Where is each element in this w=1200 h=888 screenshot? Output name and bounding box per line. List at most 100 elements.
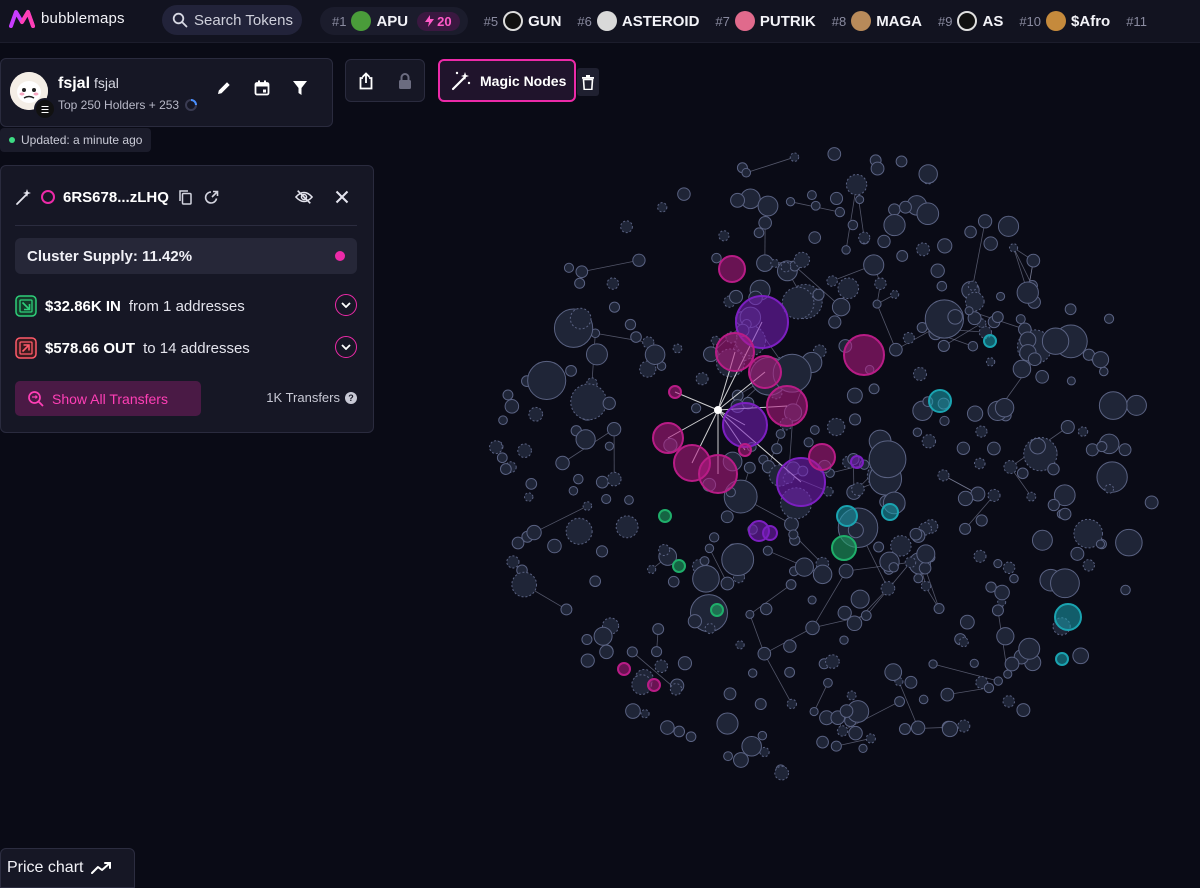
transfer-link bbox=[768, 551, 823, 575]
expand-inflow-button[interactable] bbox=[335, 294, 357, 316]
transfer-link bbox=[1014, 248, 1033, 286]
open-explorer-button[interactable] bbox=[203, 188, 221, 206]
holder-bubble bbox=[723, 452, 742, 471]
holder-bubble bbox=[518, 444, 532, 458]
lock-button[interactable] bbox=[396, 72, 414, 90]
holder-bubble bbox=[603, 618, 619, 634]
help-icon[interactable]: ? bbox=[345, 392, 357, 404]
show-all-transfers-button[interactable]: Show All Transfers bbox=[15, 381, 201, 416]
holder-bubble bbox=[856, 196, 864, 204]
hide-cluster-button[interactable] bbox=[295, 188, 313, 206]
holder-bubble bbox=[1027, 492, 1036, 501]
cluster-address[interactable]: 6RS678...zLHQ bbox=[63, 189, 169, 206]
holder-bubble bbox=[581, 654, 594, 667]
holder-bubble bbox=[974, 550, 986, 562]
holder-bubble bbox=[643, 337, 654, 348]
holder-bubble bbox=[937, 281, 947, 291]
holder-bubble bbox=[576, 266, 588, 278]
token-item-11[interactable]: #11 bbox=[1126, 14, 1147, 29]
holder-bubble bbox=[690, 595, 727, 632]
holder-bubble bbox=[810, 707, 818, 715]
transfer-link bbox=[866, 562, 910, 615]
holder-bubble bbox=[556, 456, 569, 469]
cluster-bubble bbox=[763, 526, 777, 540]
magic-nodes-button[interactable]: Magic Nodes bbox=[438, 59, 576, 102]
trash-icon bbox=[582, 75, 594, 90]
holder-bubble bbox=[789, 530, 798, 539]
holder-bubble bbox=[688, 615, 701, 628]
bubble-graph[interactable] bbox=[0, 0, 1200, 876]
holder-bubble bbox=[570, 308, 591, 329]
brand-logo[interactable]: bubblemaps bbox=[9, 8, 125, 28]
holder-bubble bbox=[913, 401, 932, 420]
holder-bubble bbox=[891, 536, 911, 556]
holder-bubble bbox=[596, 476, 608, 488]
holder-bubble bbox=[992, 312, 1003, 323]
token-item-afro[interactable]: #10 $Afro bbox=[1019, 11, 1110, 31]
holder-bubble bbox=[525, 493, 533, 501]
holder-bubble bbox=[995, 585, 1010, 600]
transfer-link bbox=[652, 557, 668, 570]
token-rank: #10 bbox=[1019, 14, 1041, 29]
cluster-bubble bbox=[699, 455, 737, 493]
holder-bubble bbox=[748, 525, 757, 534]
filter-button[interactable] bbox=[291, 79, 309, 97]
holder-bubble bbox=[859, 744, 867, 752]
transfer-link bbox=[920, 563, 926, 586]
cluster-color-dot-icon bbox=[335, 251, 345, 261]
holder-bubble bbox=[748, 669, 756, 677]
transfer-link bbox=[741, 468, 750, 497]
token-item-apu[interactable]: #1 APU 20 bbox=[320, 7, 468, 35]
holder-bubble bbox=[607, 278, 618, 289]
holder-bubble bbox=[785, 517, 799, 531]
holder-bubble bbox=[958, 491, 972, 505]
holder-bubble bbox=[772, 444, 782, 454]
expand-outflow-button[interactable] bbox=[335, 336, 357, 358]
holder-bubble bbox=[910, 528, 922, 540]
edit-button[interactable] bbox=[215, 79, 233, 97]
token-item-as[interactable]: #9 AS bbox=[938, 11, 1003, 31]
token-avatar bbox=[351, 11, 371, 31]
cluster-hub-bubble bbox=[714, 406, 722, 414]
transfer-link bbox=[709, 548, 727, 583]
holder-bubble bbox=[875, 278, 886, 289]
holder-bubble bbox=[927, 553, 935, 561]
copy-address-button[interactable] bbox=[177, 188, 195, 206]
cluster-link bbox=[718, 372, 765, 410]
holder-bubble bbox=[755, 699, 766, 710]
share-button[interactable] bbox=[357, 72, 375, 90]
holder-bubble bbox=[864, 255, 884, 275]
holder-bubble bbox=[721, 577, 734, 590]
holder-bubble bbox=[790, 567, 799, 576]
price-chart-tab[interactable]: Price chart bbox=[0, 848, 135, 888]
token-item-maga[interactable]: #8 MAGA bbox=[832, 11, 922, 31]
holder-bubble bbox=[846, 174, 866, 194]
transfer-link bbox=[947, 688, 989, 695]
holder-bubble bbox=[997, 628, 1014, 645]
search-tokens-button[interactable]: Search Tokens bbox=[162, 5, 302, 35]
transfer-link bbox=[846, 562, 910, 571]
calendar-button[interactable] bbox=[253, 79, 271, 97]
token-item-putrik[interactable]: #7 PUTRIK bbox=[715, 11, 815, 31]
holder-bubble bbox=[869, 441, 906, 478]
holder-bubble bbox=[706, 600, 720, 614]
cluster-bubble bbox=[723, 403, 767, 447]
close-panel-button[interactable] bbox=[333, 188, 351, 206]
token-item-gun[interactable]: #5 GUN bbox=[484, 11, 562, 31]
holder-bubble bbox=[995, 398, 1013, 416]
holder-bubble bbox=[847, 388, 862, 403]
holder-bubble bbox=[527, 525, 541, 539]
cluster-bubble bbox=[984, 335, 996, 347]
holder-bubble bbox=[702, 607, 716, 621]
transfer-link bbox=[750, 585, 791, 615]
holders-text: Top 250 Holders + 253 bbox=[58, 98, 179, 112]
holder-bubble bbox=[1028, 296, 1040, 308]
holder-bubble bbox=[979, 326, 991, 338]
transfer-link bbox=[830, 459, 887, 473]
boost-badge[interactable]: 20 bbox=[417, 12, 459, 31]
clear-magic-nodes-button[interactable] bbox=[577, 68, 599, 96]
transfer-link bbox=[743, 351, 769, 376]
holder-bubble bbox=[891, 290, 899, 298]
holder-bubble bbox=[832, 298, 849, 315]
token-item-asteroid[interactable]: #6 ASTEROID bbox=[577, 11, 699, 31]
